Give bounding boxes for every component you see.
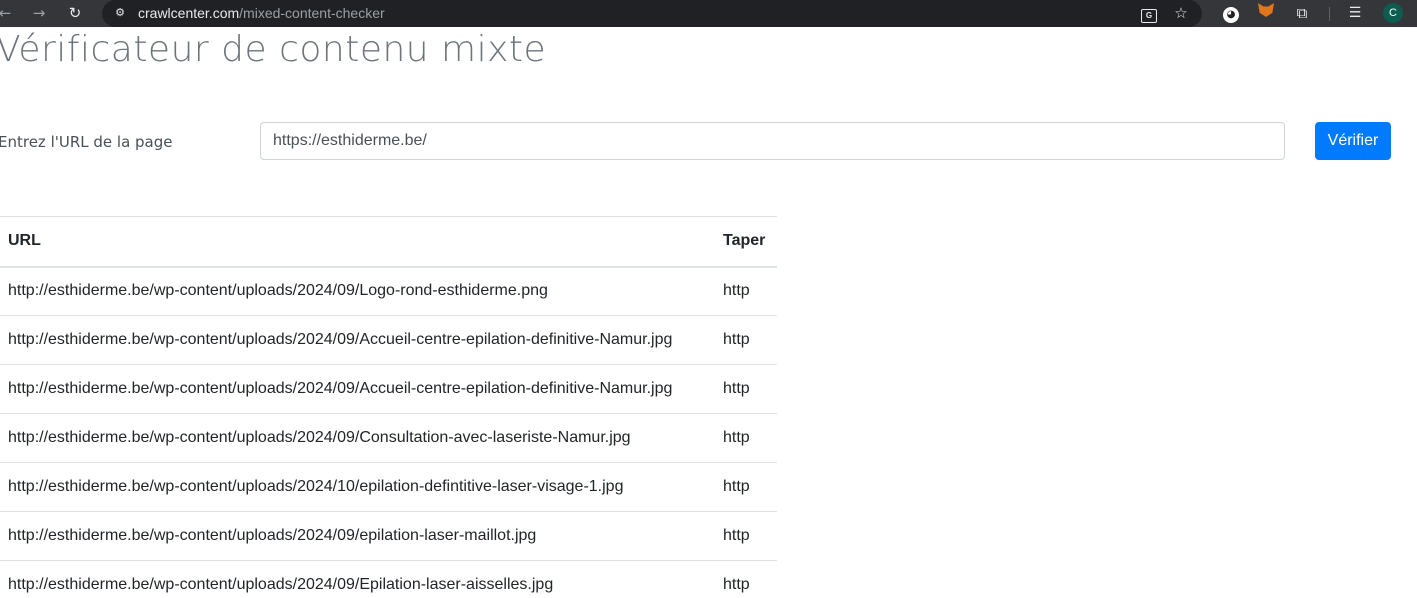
row-type: http: [723, 429, 750, 446]
table-row: http://esthiderme.be/wp-content/uploads/…: [0, 512, 777, 561]
bookmark-star-icon[interactable]: ☆: [1171, 3, 1191, 23]
site-info-icon[interactable]: ⚙: [111, 4, 129, 22]
metamask-fox-icon[interactable]: [1256, 3, 1276, 23]
row-url: http://esthiderme.be/wp-content/uploads/…: [8, 331, 673, 348]
browser-toolbar: ← → ↻ ⚙ crawlcenter.com/mixed-content-ch…: [0, 0, 1417, 27]
extensions-puzzle-icon[interactable]: ⧉: [1292, 3, 1312, 23]
translate-icon[interactable]: G: [1139, 3, 1159, 23]
row-type: http: [723, 282, 750, 300]
url-host: crawlcenter.com: [138, 5, 240, 21]
toolbar-separator: [1329, 7, 1330, 21]
row-type: http: [723, 478, 750, 495]
url-field-label: Entrez l'URL de la page: [0, 133, 173, 151]
table-row: http://esthiderme.be/wp-content/uploads/…: [0, 316, 777, 365]
reading-list-icon[interactable]: ☰: [1345, 3, 1365, 23]
row-url: http://esthiderme.be/wp-content/uploads/…: [8, 478, 624, 495]
table-row: http://esthiderme.be/wp-content/uploads/…: [0, 267, 777, 316]
reload-icon[interactable]: ↻: [64, 2, 86, 24]
forward-arrow-icon[interactable]: →: [28, 2, 50, 24]
row-type: http: [723, 527, 750, 544]
url-path: /mixed-content-checker: [239, 5, 385, 21]
row-url: http://esthiderme.be/wp-content/uploads/…: [8, 380, 673, 397]
column-header-type: Taper: [723, 232, 766, 250]
column-header-url: URL: [8, 232, 41, 250]
row-type: http: [723, 380, 750, 397]
check-button[interactable]: Vérifier: [1315, 122, 1391, 160]
row-url: http://esthiderme.be/wp-content/uploads/…: [8, 282, 548, 300]
results-table: URL Taper http://esthiderme.be/wp-conten…: [0, 216, 777, 598]
row-url: http://esthiderme.be/wp-content/uploads/…: [8, 429, 631, 446]
table-row: http://esthiderme.be/wp-content/uploads/…: [0, 561, 777, 598]
table-row: http://esthiderme.be/wp-content/uploads/…: [0, 365, 777, 414]
row-url: http://esthiderme.be/wp-content/uploads/…: [8, 527, 537, 544]
profile-avatar[interactable]: C: [1383, 3, 1403, 23]
address-url[interactable]: crawlcenter.com/mixed-content-checker: [138, 5, 385, 21]
url-input[interactable]: [260, 122, 1285, 160]
row-type: http: [723, 331, 750, 348]
address-bar[interactable]: ⚙ crawlcenter.com/mixed-content-checker …: [102, 0, 1202, 27]
table-row: http://esthiderme.be/wp-content/uploads/…: [0, 414, 777, 463]
page-title: Vérificateur de contenu mixte: [0, 29, 547, 70]
back-arrow-icon[interactable]: ←: [0, 2, 16, 24]
row-type: http: [723, 576, 750, 593]
table-header-row: URL Taper: [0, 216, 777, 267]
row-url: http://esthiderme.be/wp-content/uploads/…: [8, 576, 554, 593]
extension-face-icon[interactable]: ◕: [1221, 3, 1241, 23]
table-row: http://esthiderme.be/wp-content/uploads/…: [0, 463, 777, 512]
